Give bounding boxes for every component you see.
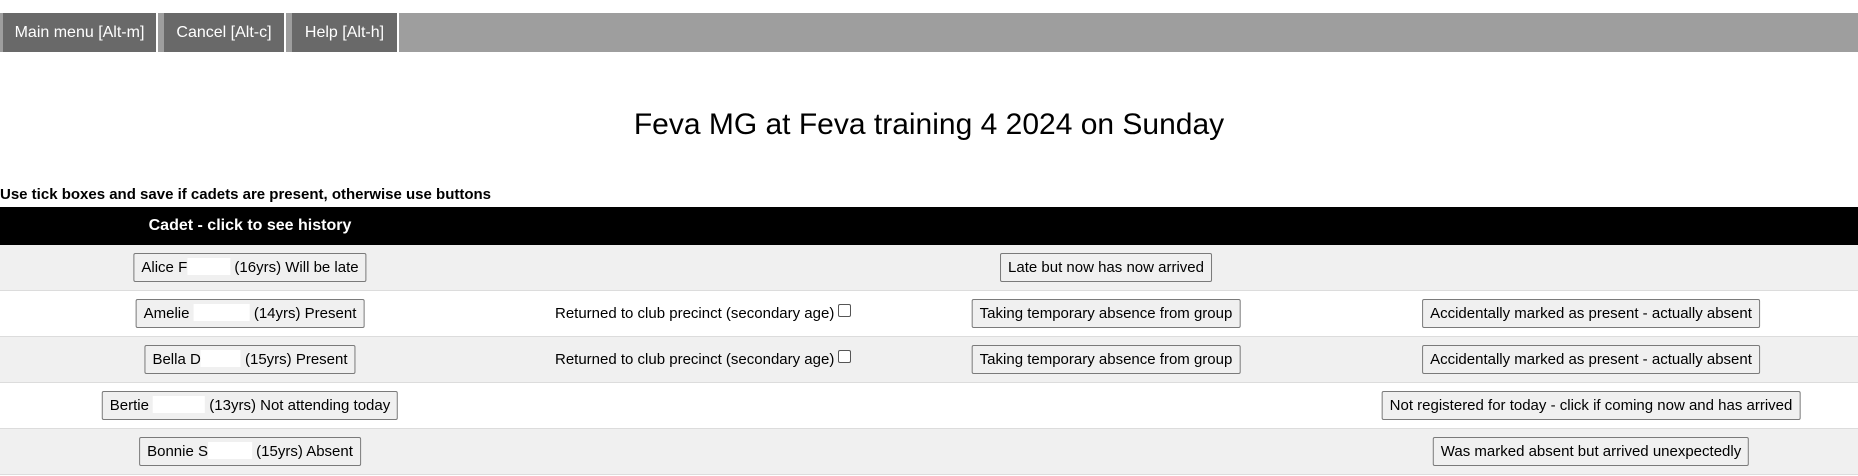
secondary-age-label: Returned to club precinct (secondary age… — [555, 305, 835, 322]
marked-present-absent-button[interactable]: Accidentally marked as present - actuall… — [1422, 299, 1760, 328]
secondary-age-label: Returned to club precinct (secondary age… — [555, 351, 835, 368]
cadet-first-name: Bertie — [109, 397, 149, 414]
cadet-button[interactable]: Amelie (14yrs) Present — [135, 299, 365, 328]
table-row: Bonnie S (15yrs) Absent Was marked absen… — [0, 429, 1858, 475]
cadet-button[interactable]: Bonnie S (15yrs) Absent — [139, 437, 361, 466]
secondary-age-checkbox[interactable] — [838, 350, 852, 363]
cadet-surname-initial: D — [189, 351, 201, 368]
secondary-age-option: Returned to club precinct (secondary age… — [555, 350, 852, 368]
redacted-surname — [187, 258, 231, 275]
cadet-first-name: Alice — [141, 259, 174, 276]
redacted-surname — [153, 396, 206, 413]
cadet-button[interactable]: Bella D (15yrs) Present — [144, 345, 356, 374]
redacted-surname — [200, 350, 241, 367]
temporary-absence-button[interactable]: Taking temporary absence from group — [971, 345, 1241, 374]
cadet-first-name: Amelie — [143, 305, 190, 322]
cadet-status: (15yrs) Present — [245, 351, 348, 368]
table-row: Alice F (16yrs) Will be late Late but no… — [0, 245, 1858, 291]
table-header: Cadet - click to see history — [0, 207, 1858, 245]
marked-present-absent-button[interactable]: Accidentally marked as present - actuall… — [1422, 345, 1760, 374]
cadet-button[interactable]: Alice F (16yrs) Will be late — [133, 253, 367, 282]
instructions-text: Use tick boxes and save if cadets are pr… — [0, 186, 492, 203]
top-menu-bar: Main menu [Alt-m] Cancel [Alt-c] Help [A… — [0, 13, 1858, 52]
cadet-status: (13yrs) Not attending today — [209, 397, 391, 414]
cadet-status: (14yrs) Present — [253, 305, 357, 322]
not-registered-arrived-button[interactable]: Not registered for today - click if comi… — [1381, 391, 1801, 420]
main-menu-button[interactable]: Main menu [Alt-m] — [3, 13, 158, 52]
secondary-age-checkbox[interactable] — [838, 304, 852, 317]
redacted-surname — [193, 304, 250, 321]
table-row: Bella D (15yrs) Present Returned to club… — [0, 337, 1858, 383]
absent-arrived-button[interactable]: Was marked absent but arrived unexpected… — [1432, 437, 1750, 466]
help-button[interactable]: Help [Alt-h] — [292, 13, 399, 52]
cadet-surname-initial: S — [197, 443, 209, 460]
page-title: Feva MG at Feva training 4 2024 on Sunda… — [633, 108, 1225, 141]
cadet-button[interactable]: Bertie (13yrs) Not attending today — [101, 391, 399, 420]
cancel-button[interactable]: Cancel [Alt-c] — [164, 13, 286, 52]
secondary-age-option: Returned to club precinct (secondary age… — [555, 304, 852, 322]
cadet-first-name: Bella — [152, 351, 186, 368]
cadet-first-name: Bonnie — [147, 443, 194, 460]
cadet-status: (15yrs) Absent — [256, 443, 353, 460]
cadet-surname-initial: F — [178, 259, 188, 276]
late-arrived-button[interactable]: Late but now has now arrived — [1000, 253, 1212, 282]
table-row: Amelie (14yrs) Present Returned to club … — [0, 291, 1858, 337]
cadet-column-header: Cadet - click to see history — [148, 217, 352, 234]
table-row: Bertie (13yrs) Not attending today Not r… — [0, 383, 1858, 429]
redacted-surname — [208, 442, 253, 459]
cadet-status: (16yrs) Will be late — [234, 259, 359, 276]
temporary-absence-button[interactable]: Taking temporary absence from group — [971, 299, 1241, 328]
